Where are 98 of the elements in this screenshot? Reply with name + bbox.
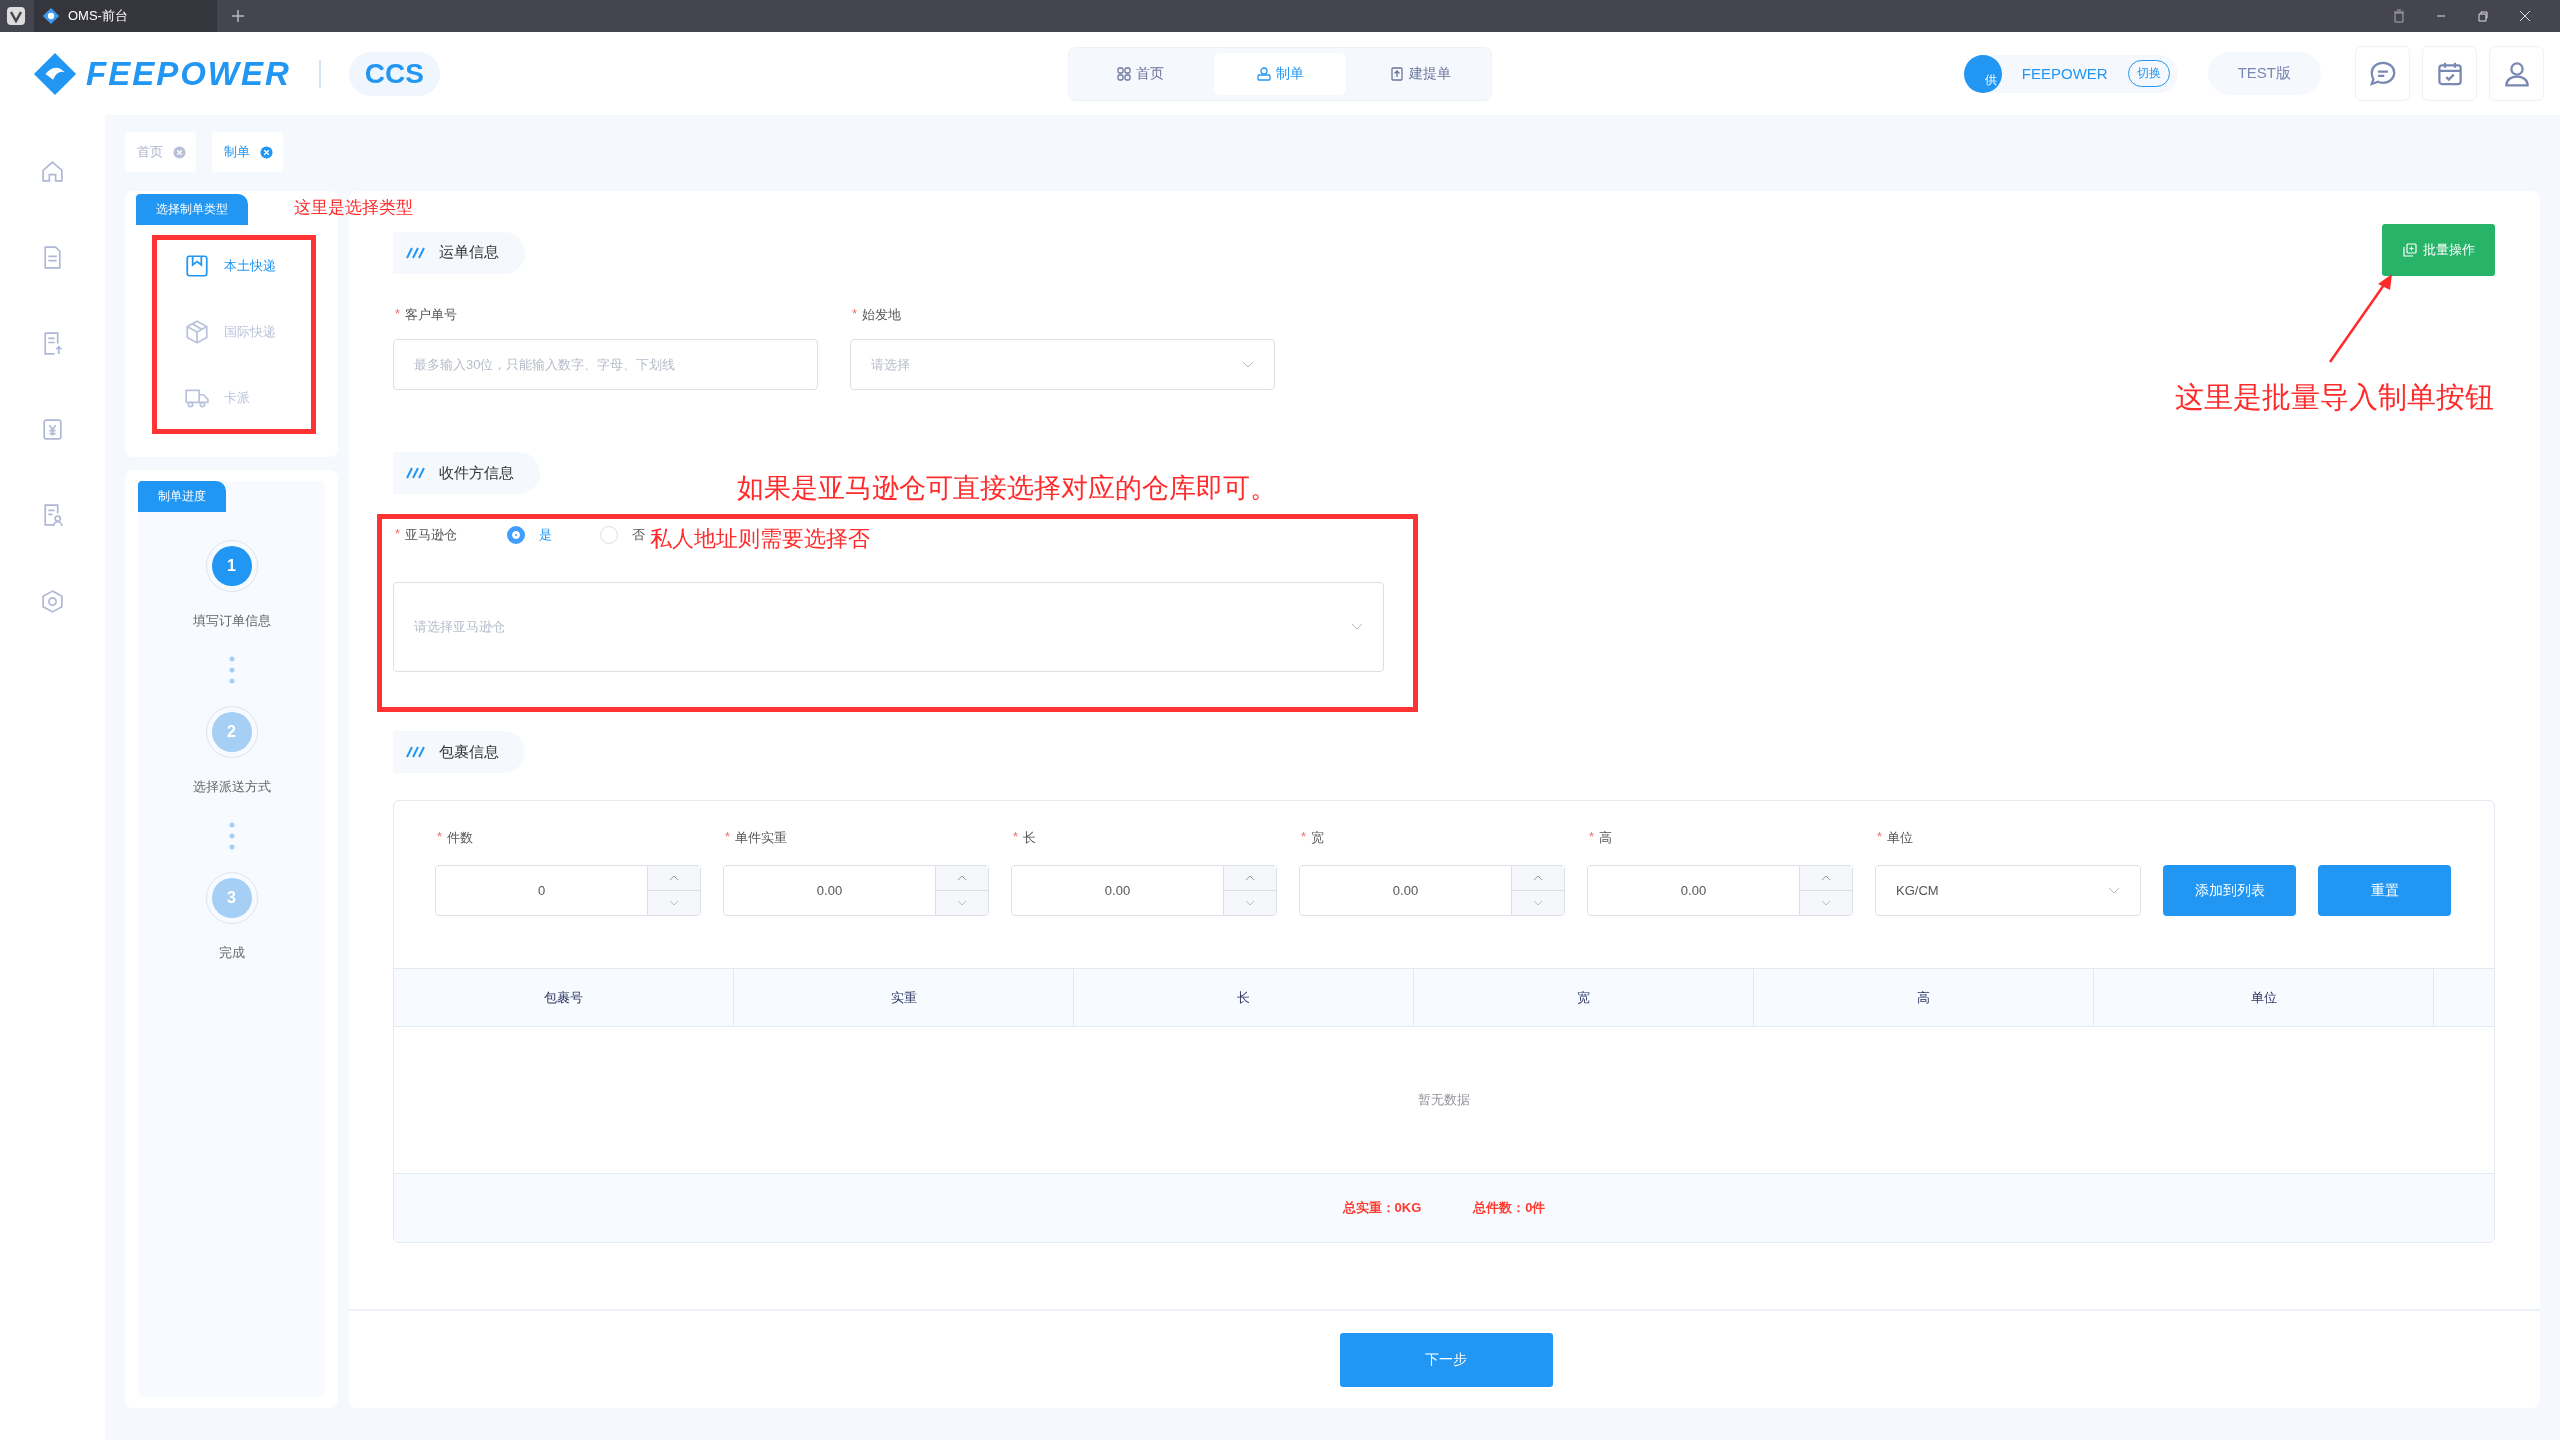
close-icon[interactable] [260,145,273,159]
column-header: 实重 [734,969,1074,1026]
annotation-text: 这里是选择类型 [294,197,413,219]
progress-label: 制单进度 [138,481,226,512]
yen-icon[interactable] [40,417,65,442]
step-number: 3 [211,878,252,918]
field-label: 长 [1023,829,1037,847]
radio-option[interactable]: 是 [507,526,552,544]
bookmark-icon [183,253,210,279]
field-label: 宽 [1311,829,1325,847]
annotation-text: 如果是亚马逊仓可直接选择对应的仓库即可。 [737,472,1277,505]
summary-text: 总实重：0KG [1342,1199,1422,1217]
step-label: 填写订单信息 [192,612,271,630]
chevron-down-icon [1351,623,1363,631]
summary-text: 总件数：0件 [1473,1199,1546,1217]
column-header: 包裹号 [394,969,734,1026]
number-input[interactable]: 0.00 [1587,865,1853,916]
box-icon [183,319,210,345]
new-tab-icon[interactable] [231,9,245,23]
annotation-text: 私人地址则需要选择否 [650,525,870,553]
column-header: 高 [1754,969,2094,1026]
product-badge: CCS [348,51,440,96]
edition-badge: TEST版 [2207,52,2321,95]
column-header: 宽 [1414,969,1754,1026]
step-number: 2 [211,712,252,752]
step-connector [228,822,235,850]
profile-button[interactable] [2489,46,2544,101]
restore-icon[interactable] [2476,9,2490,23]
required-mark: * [1589,829,1595,846]
empty-text: 暂无数据 [1418,1091,1470,1109]
trash-icon[interactable] [2392,9,2406,23]
required-mark: * [1301,829,1307,846]
browser-tab[interactable]: OMS-前台 [34,0,217,32]
chevron-down-icon [1242,360,1254,369]
order-type-option[interactable]: 本土快递 [169,253,294,279]
slashes-icon [405,745,425,759]
calendar-button[interactable] [2422,46,2477,101]
order-type-option[interactable]: 国际快递 [169,319,294,345]
step-number: 1 [211,546,252,586]
number-input[interactable]: 0 [435,865,701,916]
copy-icon [2402,243,2417,257]
required-mark: * [1877,829,1883,846]
add-button[interactable]: 添加到列表 [2163,865,2296,916]
grid-icon [1116,65,1132,82]
browser-logo-icon[interactable] [6,6,26,26]
required-mark: * [395,526,401,543]
field-label: 亚马逊仓 [405,526,458,544]
chevron-down-icon [2108,886,2120,895]
select-field[interactable]: 请选择亚马逊仓 [393,582,1384,672]
nav-tab[interactable]: 建提单 [1354,52,1486,95]
required-mark: * [437,829,443,846]
field-label: 高 [1599,829,1613,847]
close-icon[interactable] [2518,9,2532,23]
logo-icon [32,50,78,97]
message-button[interactable] [2355,46,2410,101]
section-title: 收件方信息 [439,463,514,483]
required-mark: * [725,829,731,846]
step-label: 选择派送方式 [192,778,271,796]
number-input[interactable]: 0.00 [723,865,989,916]
step-connector [228,656,235,684]
hex-icon[interactable] [40,589,65,614]
required-mark: * [1013,829,1019,846]
column-header: 单位 [2094,969,2434,1026]
page-tab[interactable]: 制单 [212,132,283,172]
select-field[interactable]: 请选择 [850,339,1275,390]
nav-tab[interactable]: 制单 [1214,52,1346,95]
upload-icon [1389,65,1405,82]
user-name: FEEPOWER [2021,65,2108,82]
radio-option[interactable]: 否 [600,526,645,544]
section-title: 运单信息 [439,243,499,262]
next-button[interactable]: 下一步 [1339,1332,1553,1387]
logo-text: FEEPOWER [86,54,291,93]
number-input[interactable]: 0.00 [1299,865,1565,916]
avatar[interactable]: 供 [1963,54,2002,93]
page-tab[interactable]: 首页 [125,132,196,172]
field-label: 件数 [447,829,474,847]
required-mark: * [395,306,401,323]
batch-button[interactable]: 批量操作 [2382,224,2495,276]
field-label: 单件实重 [735,829,788,847]
input-field[interactable]: 最多输入30位，只能输入数字、字母、下划线 [393,339,818,390]
site-logo-icon [42,7,60,25]
annotation-text: 这里是批量导入制单按钮 [2175,380,2494,415]
slashes-icon [405,466,425,480]
select-field[interactable]: KG/CM [1875,865,2141,916]
home-icon[interactable] [40,159,65,184]
slashes-icon [405,245,425,260]
reset-button[interactable]: 重置 [2318,865,2451,916]
field-label: 客户单号 [405,306,458,324]
field-label: 始发地 [862,306,902,324]
nav-tab[interactable]: 首页 [1074,52,1206,95]
section-title: 包裹信息 [439,742,499,762]
required-mark: * [852,306,858,323]
order-type-label: 选择制单类型 [136,194,248,225]
number-input[interactable]: 0.00 [1011,865,1277,916]
field-label: 单位 [1887,829,1914,847]
step-label: 完成 [218,944,245,962]
column-header: 长 [1074,969,1414,1026]
order-type-option[interactable]: 卡派 [169,385,294,411]
